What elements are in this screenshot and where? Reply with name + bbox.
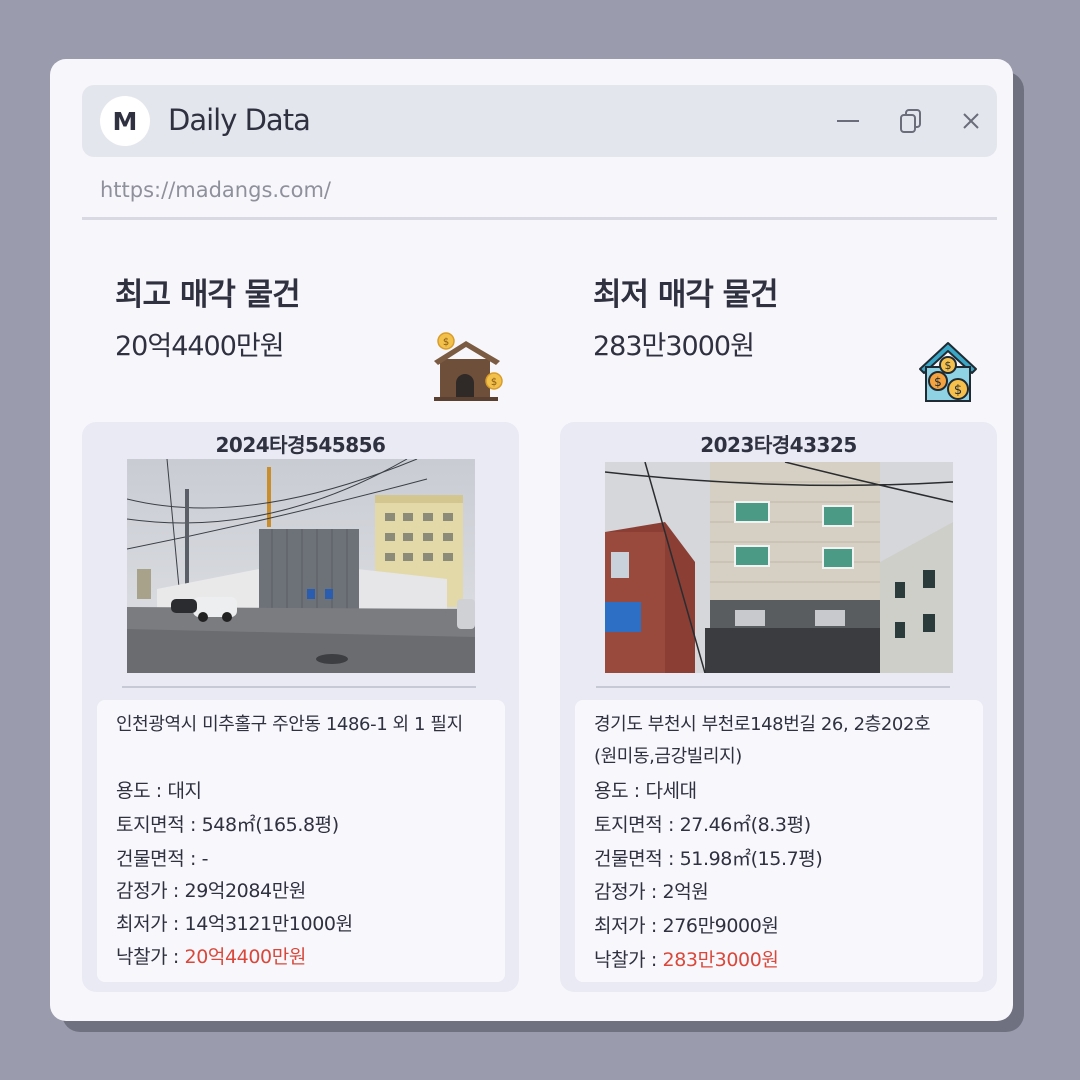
svg-text:$: $ bbox=[934, 375, 942, 389]
card-divider bbox=[122, 686, 476, 688]
lowest-section-price: 283만3000원 bbox=[593, 331, 755, 362]
property-address-line1: 경기도 부천시 부천로148번길 26, 2층202호 bbox=[594, 714, 931, 735]
property-photo bbox=[605, 462, 953, 673]
app-logo: M bbox=[100, 96, 150, 146]
property-photo bbox=[127, 459, 475, 673]
restore-button[interactable] bbox=[895, 105, 927, 137]
property-info: 경기도 부천시 부천로148번길 26, 2층202호 (원미동,금강빌리지) … bbox=[575, 700, 983, 982]
sold-price-value: 20억4400만원 bbox=[184, 946, 307, 968]
case-number: 2024타경545856 bbox=[215, 433, 386, 457]
property-address-line2: (원미동,금강빌리지) bbox=[594, 746, 742, 767]
url-divider bbox=[82, 217, 997, 220]
url-text[interactable]: https://madangs.com/ bbox=[100, 178, 331, 202]
title-bar: M Daily Data bbox=[82, 85, 997, 157]
property-address: 인천광역시 미추홀구 주안동 1486-1 외 1 필지 bbox=[116, 714, 463, 735]
property-land-area: 토지면적 : 548㎡(165.8평) bbox=[116, 814, 339, 836]
card-divider bbox=[596, 686, 950, 688]
sold-price-label: 낙찰가 : bbox=[116, 946, 185, 968]
property-sold-price-row: 낙찰가 : 283만3000원 bbox=[594, 945, 779, 972]
restore-icon bbox=[900, 109, 921, 133]
house-money-icon: $ $ $ bbox=[919, 342, 977, 402]
property-usage: 용도 : 대지 bbox=[116, 780, 202, 802]
close-button[interactable] bbox=[955, 105, 987, 137]
sold-price-label: 낙찰가 : bbox=[594, 949, 663, 971]
svg-text:$: $ bbox=[491, 377, 497, 388]
sold-price-value: 283만3000원 bbox=[662, 949, 779, 971]
property-info: 인천광역시 미추홀구 주안동 1486-1 외 1 필지 용도 : 대지 토지면… bbox=[97, 700, 505, 982]
highest-section-title: 최고 매각 물건 bbox=[115, 277, 301, 313]
close-icon bbox=[963, 113, 979, 129]
property-appraisal: 감정가 : 29억2084만원 bbox=[116, 880, 306, 902]
property-building-area: 건물면적 : 51.98㎡(15.7평) bbox=[594, 848, 823, 870]
highest-section-price: 20억4400만원 bbox=[115, 331, 285, 362]
svg-text:$: $ bbox=[443, 337, 449, 348]
minimize-button[interactable] bbox=[832, 105, 864, 137]
property-min-price: 최저가 : 276만9000원 bbox=[594, 915, 779, 937]
property-usage: 용도 : 다세대 bbox=[594, 780, 697, 802]
property-sold-price-row: 낙찰가 : 20억4400만원 bbox=[116, 942, 306, 969]
minimize-icon bbox=[837, 120, 859, 122]
property-min-price: 최저가 : 14억3121만1000원 bbox=[116, 913, 353, 935]
app-title: Daily Data bbox=[168, 103, 311, 137]
property-land-area: 토지면적 : 27.46㎡(8.3평) bbox=[594, 814, 811, 836]
house-with-coins-icon: $ $ bbox=[434, 332, 503, 401]
lowest-property-card[interactable]: 2023타경43325 경기도 부천시 부천로148번길 26, 2층202호 … bbox=[560, 422, 997, 992]
lowest-section-title: 최저 매각 물건 bbox=[593, 277, 779, 313]
property-building-area: 건물면적 : - bbox=[116, 848, 209, 870]
highest-property-card[interactable]: 2024타경545856 인천광역시 미추홀구 주안동 1486-1 외 1 필… bbox=[82, 422, 519, 992]
svg-text:$: $ bbox=[954, 383, 962, 398]
app-window: M Daily Data https://madangs.com/ 최고 매각 … bbox=[50, 59, 1013, 1021]
property-appraisal: 감정가 : 2억원 bbox=[594, 881, 709, 903]
svg-text:$: $ bbox=[945, 359, 952, 372]
case-number: 2023타경43325 bbox=[700, 433, 857, 457]
